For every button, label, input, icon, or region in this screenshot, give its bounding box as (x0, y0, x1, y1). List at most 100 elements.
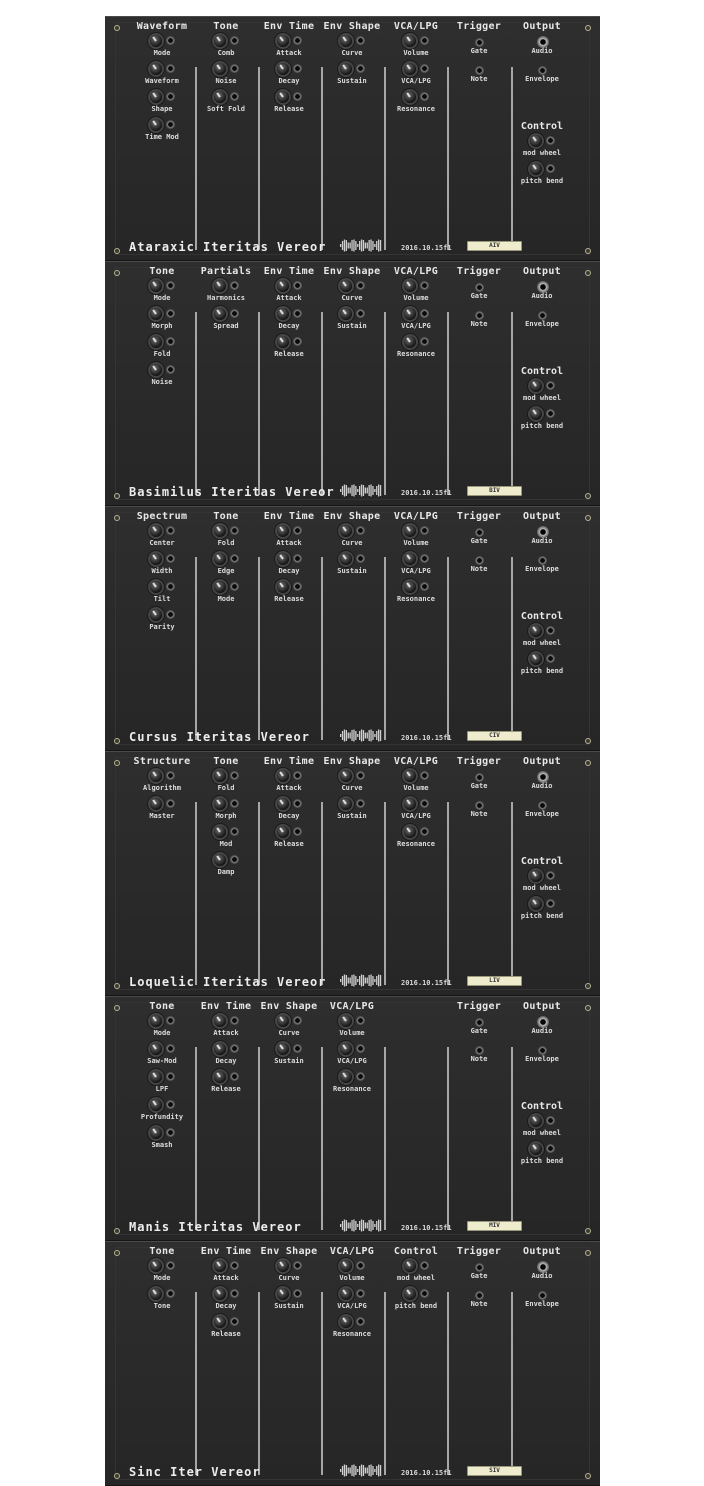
cv-input-jack[interactable] (356, 799, 365, 808)
knob[interactable] (340, 1260, 352, 1272)
port-jack[interactable] (538, 1046, 547, 1055)
knob[interactable] (214, 553, 226, 565)
knob[interactable] (214, 1260, 226, 1272)
knob[interactable] (277, 581, 289, 593)
knob[interactable] (340, 525, 352, 537)
cv-input-jack[interactable] (166, 120, 175, 129)
port-jack[interactable] (538, 66, 547, 75)
knob[interactable] (214, 280, 226, 292)
cv-input-jack[interactable] (166, 1072, 175, 1081)
cv-input-jack[interactable] (546, 164, 555, 173)
knob[interactable] (150, 1099, 162, 1111)
knob[interactable] (214, 770, 226, 782)
knob[interactable] (340, 308, 352, 320)
knob[interactable] (150, 1071, 162, 1083)
cv-input-jack[interactable] (230, 582, 239, 591)
port-jack[interactable] (475, 801, 484, 810)
knob[interactable] (340, 1316, 352, 1328)
cv-input-jack[interactable] (166, 610, 175, 619)
cv-input-jack[interactable] (166, 1289, 175, 1298)
port-jack[interactable] (475, 66, 484, 75)
knob[interactable] (150, 770, 162, 782)
knob[interactable] (214, 798, 226, 810)
knob[interactable] (340, 770, 352, 782)
knob[interactable] (277, 1015, 289, 1027)
knob[interactable] (404, 1288, 416, 1300)
knob[interactable] (530, 870, 542, 882)
port-jack[interactable] (475, 283, 484, 292)
cv-input-jack[interactable] (230, 64, 239, 73)
cv-input-jack[interactable] (356, 771, 365, 780)
knob[interactable] (150, 1127, 162, 1139)
cv-input-jack[interactable] (293, 582, 302, 591)
cv-input-jack[interactable] (356, 36, 365, 45)
cv-input-jack[interactable] (356, 64, 365, 73)
knob[interactable] (340, 1015, 352, 1027)
cv-input-jack[interactable] (420, 771, 429, 780)
knob[interactable] (530, 163, 542, 175)
knob[interactable] (214, 1071, 226, 1083)
cv-input-jack[interactable] (230, 1072, 239, 1081)
cv-input-jack[interactable] (420, 1261, 429, 1270)
knob[interactable] (277, 525, 289, 537)
cv-input-jack[interactable] (356, 1044, 365, 1053)
cv-input-jack[interactable] (166, 337, 175, 346)
cv-input-jack[interactable] (356, 1016, 365, 1025)
knob[interactable] (404, 91, 416, 103)
cv-input-jack[interactable] (166, 799, 175, 808)
knob[interactable] (214, 1043, 226, 1055)
cv-input-jack[interactable] (230, 1317, 239, 1326)
cv-input-jack[interactable] (420, 309, 429, 318)
knob[interactable] (530, 135, 542, 147)
cv-input-jack[interactable] (546, 381, 555, 390)
cv-input-jack[interactable] (420, 92, 429, 101)
cv-input-jack[interactable] (293, 92, 302, 101)
cv-input-jack[interactable] (293, 1044, 302, 1053)
knob[interactable] (214, 1288, 226, 1300)
knob[interactable] (150, 364, 162, 376)
port-jack[interactable] (538, 801, 547, 810)
port-jack[interactable] (538, 1291, 547, 1300)
cv-input-jack[interactable] (546, 899, 555, 908)
cv-input-jack[interactable] (293, 554, 302, 563)
knob[interactable] (214, 1015, 226, 1027)
cv-input-jack[interactable] (420, 281, 429, 290)
knob[interactable] (277, 91, 289, 103)
cv-input-jack[interactable] (230, 554, 239, 563)
port-jack[interactable] (475, 1018, 484, 1027)
cv-input-jack[interactable] (230, 281, 239, 290)
cv-input-jack[interactable] (546, 409, 555, 418)
knob[interactable] (214, 1316, 226, 1328)
cv-input-jack[interactable] (420, 554, 429, 563)
knob[interactable] (404, 35, 416, 47)
cv-input-jack[interactable] (546, 136, 555, 145)
cv-input-jack[interactable] (420, 526, 429, 535)
cv-input-jack[interactable] (166, 1044, 175, 1053)
cv-input-jack[interactable] (546, 871, 555, 880)
cv-input-jack[interactable] (230, 1261, 239, 1270)
knob[interactable] (340, 798, 352, 810)
port-jack[interactable] (475, 1263, 484, 1272)
cv-input-jack[interactable] (356, 526, 365, 535)
knob[interactable] (150, 91, 162, 103)
cv-input-jack[interactable] (166, 771, 175, 780)
knob[interactable] (530, 380, 542, 392)
knob[interactable] (277, 826, 289, 838)
knob[interactable] (150, 1043, 162, 1055)
cv-input-jack[interactable] (166, 1016, 175, 1025)
knob[interactable] (404, 336, 416, 348)
cv-input-jack[interactable] (293, 64, 302, 73)
cv-input-jack[interactable] (546, 626, 555, 635)
cv-input-jack[interactable] (166, 1100, 175, 1109)
cv-input-jack[interactable] (230, 92, 239, 101)
cv-input-jack[interactable] (420, 827, 429, 836)
cv-input-jack[interactable] (420, 64, 429, 73)
cv-input-jack[interactable] (293, 771, 302, 780)
knob[interactable] (277, 798, 289, 810)
cv-input-jack[interactable] (166, 365, 175, 374)
cv-input-jack[interactable] (230, 827, 239, 836)
knob[interactable] (277, 553, 289, 565)
knob[interactable] (277, 1288, 289, 1300)
cv-input-jack[interactable] (166, 1261, 175, 1270)
cv-input-jack[interactable] (166, 36, 175, 45)
